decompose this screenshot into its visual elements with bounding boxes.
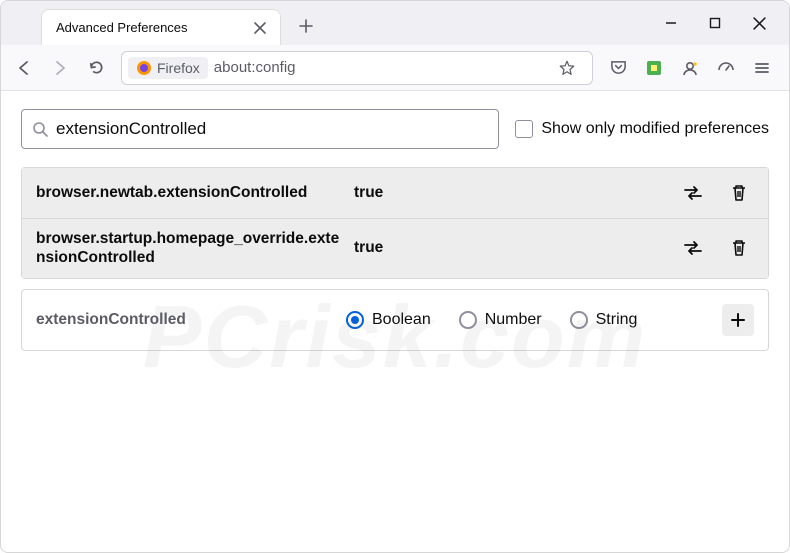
show-only-modified-checkbox[interactable]: Show only modified preferences <box>515 120 769 138</box>
search-input[interactable] <box>56 119 488 139</box>
type-number-radio[interactable]: Number <box>459 311 542 329</box>
account-icon[interactable] <box>673 51 707 85</box>
toolbar-right-icons <box>601 51 783 85</box>
bookmark-star-icon[interactable] <box>550 51 584 85</box>
maximize-button[interactable] <box>693 7 737 39</box>
new-preference-type-group: Boolean Number String <box>346 311 712 329</box>
search-icon <box>32 121 48 137</box>
new-tab-button[interactable] <box>291 11 321 41</box>
preference-name: browser.newtab.extensionControlled <box>36 183 346 202</box>
extension-icon[interactable] <box>637 51 671 85</box>
preference-actions <box>678 233 754 263</box>
window-controls <box>649 1 789 45</box>
toggle-icon[interactable] <box>678 178 708 208</box>
show-only-modified-label: Show only modified preferences <box>541 120 769 138</box>
preference-list: browser.newtab.extensionControlled true … <box>21 167 769 279</box>
browser-tab[interactable]: Advanced Preferences <box>41 9 281 45</box>
tab-title: Advanced Preferences <box>56 20 242 35</box>
close-window-button[interactable] <box>737 7 781 39</box>
back-button[interactable] <box>7 51 41 85</box>
preference-row[interactable]: browser.startup.homepage_override.extens… <box>22 219 768 278</box>
new-preference-row: extensionControlled Boolean Number Strin… <box>21 289 769 351</box>
pocket-icon[interactable] <box>601 51 635 85</box>
app-menu-icon[interactable] <box>745 51 779 85</box>
preference-name: browser.startup.homepage_override.extens… <box>36 229 346 268</box>
firefox-badge: Firefox <box>128 57 208 79</box>
preference-row[interactable]: browser.newtab.extensionControlled true <box>22 168 768 219</box>
dashboard-icon[interactable] <box>709 51 743 85</box>
search-row: Show only modified preferences <box>21 109 769 149</box>
firefox-label: Firefox <box>157 60 200 76</box>
about-config-content: Show only modified preferences browser.n… <box>1 91 789 369</box>
type-label: String <box>596 311 638 329</box>
radio-icon <box>570 311 588 329</box>
checkbox-icon <box>515 120 533 138</box>
forward-button[interactable] <box>43 51 77 85</box>
url-bar[interactable]: Firefox about:config <box>121 51 593 85</box>
firefox-icon <box>136 60 152 76</box>
type-label: Number <box>485 311 542 329</box>
titlebar: Advanced Preferences <box>1 1 789 45</box>
new-preference-name: extensionControlled <box>36 311 346 329</box>
trash-icon[interactable] <box>724 233 754 263</box>
minimize-button[interactable] <box>649 7 693 39</box>
trash-icon[interactable] <box>724 178 754 208</box>
toggle-icon[interactable] <box>678 233 708 263</box>
radio-icon <box>459 311 477 329</box>
preference-search-box[interactable] <box>21 109 499 149</box>
type-string-radio[interactable]: String <box>570 311 638 329</box>
navigation-toolbar: Firefox about:config <box>1 45 789 91</box>
type-boolean-radio[interactable]: Boolean <box>346 311 431 329</box>
preference-actions <box>678 178 754 208</box>
close-tab-icon[interactable] <box>250 18 270 38</box>
preference-value: true <box>354 184 670 202</box>
preference-value: true <box>354 239 670 257</box>
reload-button[interactable] <box>79 51 113 85</box>
type-label: Boolean <box>372 311 431 329</box>
add-preference-button[interactable] <box>722 304 754 336</box>
url-text: about:config <box>214 59 544 76</box>
radio-icon <box>346 311 364 329</box>
